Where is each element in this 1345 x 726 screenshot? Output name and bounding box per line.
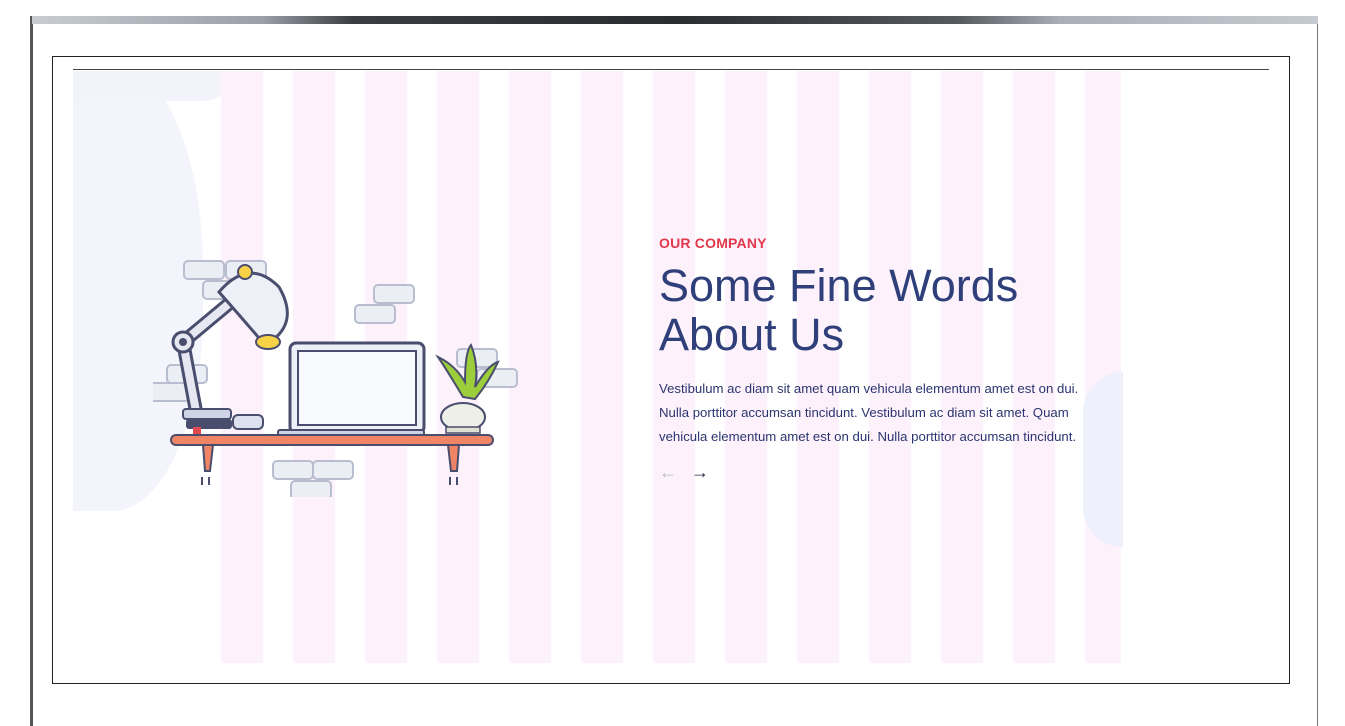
arrow-left-icon[interactable]: ←: [659, 463, 677, 481]
about-content: OUR COMPANY Some Fine Words About Us Ves…: [659, 235, 1119, 481]
laptop-icon: [277, 341, 426, 439]
section-body: Vestibulum ac diam sit amet quam vehicul…: [659, 381, 1079, 444]
section-eyebrow: OUR COMPANY: [659, 235, 767, 251]
heading-line-1: Some Fine Words: [659, 260, 1019, 311]
background-blob-top: [73, 71, 233, 101]
heading-line-2: About Us: [659, 309, 845, 360]
section-heading: Some Fine Words About Us: [659, 261, 1119, 359]
divider: [73, 69, 1269, 70]
arrow-right-icon[interactable]: →: [691, 463, 709, 481]
desk-lamp-icon: [171, 264, 289, 429]
about-section: OUR COMPANY Some Fine Words About Us Ves…: [52, 56, 1290, 684]
workspace-illustration: [153, 260, 518, 497]
hero-image-strip: [32, 16, 1318, 24]
slider-nav: ← →: [659, 463, 1119, 481]
